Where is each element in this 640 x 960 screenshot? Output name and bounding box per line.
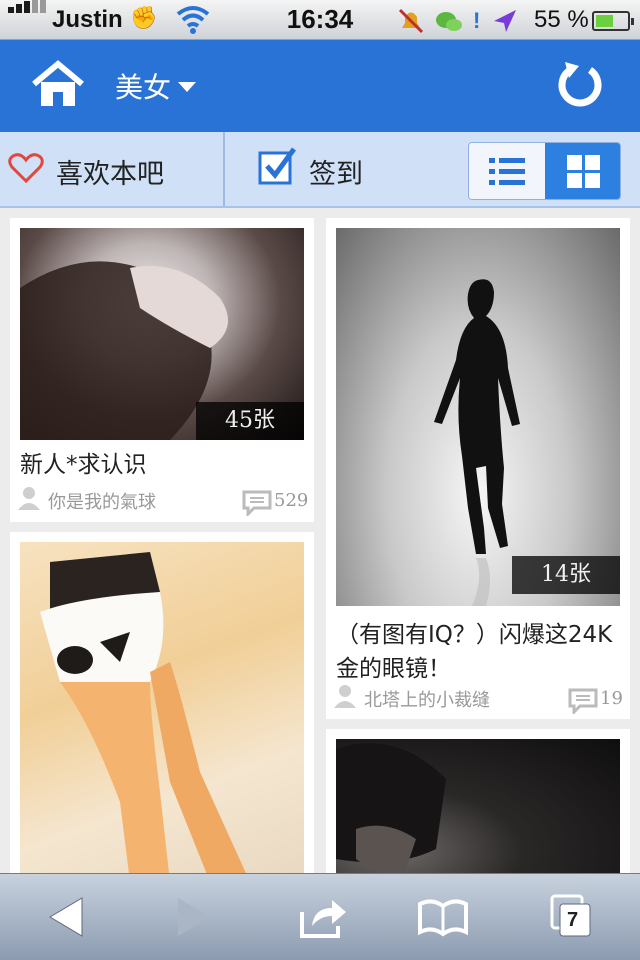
location-arrow-icon (494, 10, 516, 32)
post-title-line: （有图有IQ？）闪爆这24K (336, 622, 613, 648)
post-photo (20, 542, 304, 882)
post-title-line: 金的眼镜！ (336, 656, 451, 682)
legs-illustration (40, 552, 250, 882)
heart-icon (8, 153, 44, 184)
silhouette-illustration (434, 279, 520, 606)
comment-icon (242, 490, 272, 516)
post-author[interactable]: 北塔上的小裁缝 (364, 686, 490, 712)
notification-icons: ! (398, 8, 516, 34)
wechat-icon (436, 12, 462, 31)
browser-toolbar: 7 (0, 873, 640, 960)
user-icon (18, 487, 40, 510)
post-photo: 45张 (20, 228, 304, 440)
post-title[interactable]: 新人*求认识 (20, 448, 147, 482)
comment-count: 529 (274, 490, 309, 511)
battery-percent: 55 % (534, 6, 589, 33)
forum-toolbar: 喜欢本吧 签到 (0, 132, 640, 208)
post-card[interactable]: 14张 （有图有IQ？）闪爆这24K 金的眼镜！ 北塔上的小裁缝 19 (326, 218, 630, 719)
post-photo: 14张 (336, 228, 620, 606)
comment-count: 19 (600, 688, 623, 709)
list-view-icon (489, 158, 525, 185)
bookmarks-icon[interactable] (418, 894, 468, 940)
app-header: 美女 (0, 40, 640, 132)
like-label: 喜欢本吧 (56, 159, 164, 190)
checkbox-icon (258, 147, 297, 185)
tabs-button[interactable]: 7 (548, 894, 598, 940)
home-icon[interactable] (30, 60, 86, 110)
list-view-button[interactable] (469, 143, 545, 199)
back-arrow-icon[interactable] (42, 894, 92, 940)
post-title[interactable]: （有图有IQ？）闪爆这24K 金的眼镜！ (336, 618, 620, 686)
user-icon (334, 685, 356, 708)
battery-icon (592, 11, 634, 31)
photo-count-badge: 45张 (196, 402, 304, 440)
sign-in-button[interactable]: 签到 (227, 132, 457, 206)
grid-view-icon (567, 155, 600, 188)
like-forum-button[interactable]: 喜欢本吧 (0, 132, 225, 206)
forum-title[interactable]: 美女 (115, 66, 171, 106)
share-icon[interactable] (298, 894, 348, 940)
status-bar: Justin ✊ 16:34 ! 55 % (0, 0, 640, 40)
alert-icon: ! (473, 8, 480, 33)
chevron-down-icon[interactable] (178, 82, 196, 92)
post-card[interactable] (10, 532, 314, 892)
post-author[interactable]: 你是我的氣球 (48, 488, 156, 514)
post-card[interactable]: 45张 新人*求认识 你是我的氣球 529 (10, 218, 314, 522)
refresh-icon[interactable] (555, 60, 605, 110)
tab-count: 7 (567, 909, 579, 931)
comment-icon (568, 688, 598, 714)
grid-view-button[interactable] (545, 143, 620, 199)
sign-in-label: 签到 (309, 159, 363, 190)
photo-count-badge: 14张 (512, 556, 620, 594)
forward-arrow-icon[interactable] (168, 894, 218, 940)
view-mode-toggle (468, 142, 621, 200)
mute-bell-icon (398, 8, 424, 34)
